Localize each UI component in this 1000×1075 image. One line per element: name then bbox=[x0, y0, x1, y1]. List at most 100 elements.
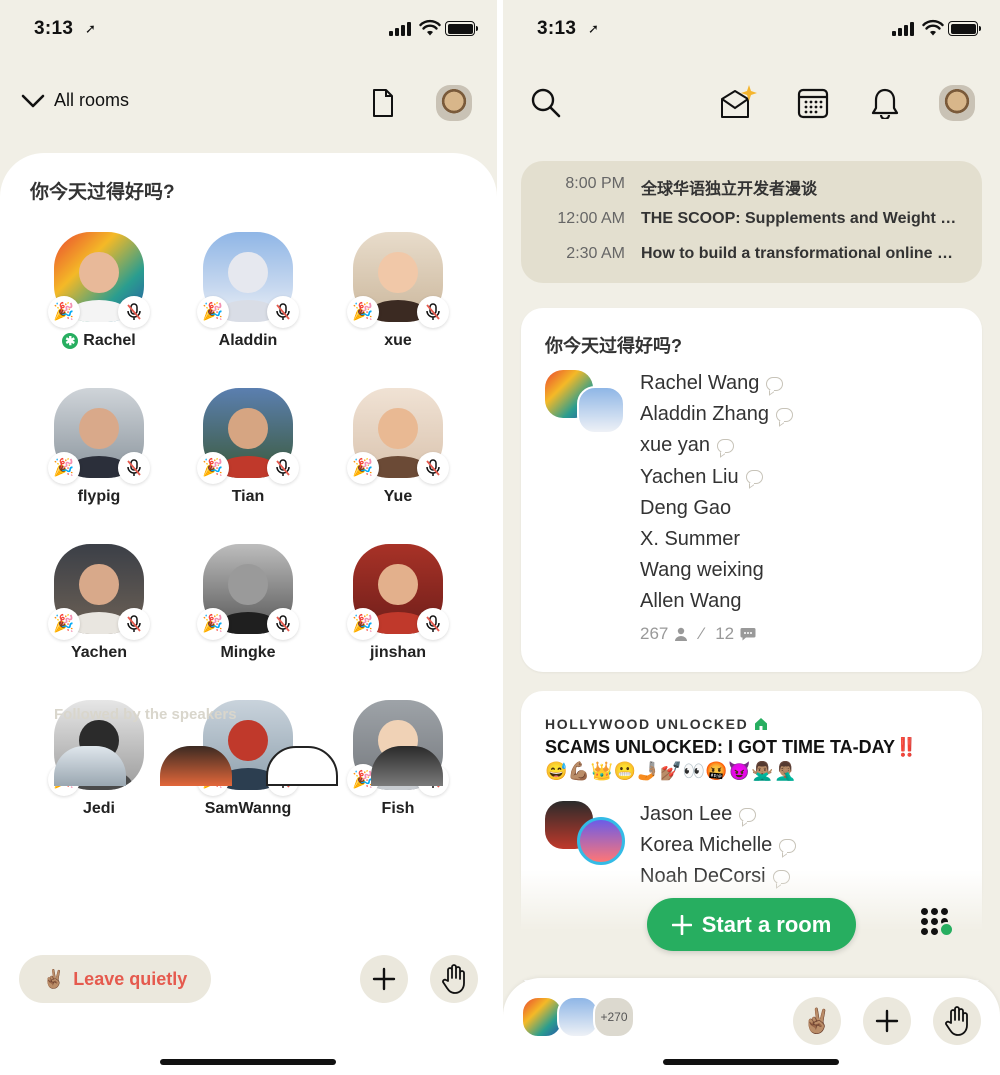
party-icon: 🎉 bbox=[197, 608, 229, 640]
mic-muted-icon bbox=[118, 296, 150, 328]
home-indicator bbox=[663, 1059, 839, 1065]
add-button[interactable] bbox=[360, 955, 408, 1003]
room-sheet: 你今天过得好吗? 🎉 ✱ Rachel 🎉 Aladdin 🎉 xue 🎉 fl… bbox=[0, 153, 497, 953]
plus-icon bbox=[875, 1009, 899, 1033]
event-title: THE SCOOP: Supplements and Weight Loss bbox=[641, 210, 962, 227]
speaker-tile[interactable]: 🎉 Tian bbox=[183, 388, 313, 506]
raise-hand-button[interactable] bbox=[430, 955, 478, 1003]
upcoming-event-row[interactable]: 2:30 AM How to build a transformational … bbox=[521, 245, 982, 269]
speech-bubble-icon bbox=[745, 470, 763, 485]
signal-icon bbox=[892, 22, 916, 36]
speaker-tile[interactable]: 🎉 xue bbox=[333, 232, 463, 350]
speaker-name: flypig bbox=[77, 488, 121, 505]
party-icon: 🎉 bbox=[48, 296, 80, 328]
party-icon: 🎉 bbox=[347, 452, 379, 484]
person-name: Rachel Wang bbox=[640, 372, 760, 395]
person-name: xue yan bbox=[640, 434, 711, 457]
online-status-dot bbox=[939, 922, 954, 937]
all-rooms-label: All rooms bbox=[54, 90, 130, 110]
raise-hand-icon bbox=[442, 964, 465, 994]
club-label: HOLLYWOOD UNLOCKED bbox=[545, 716, 749, 732]
online-friends-grid-icon[interactable] bbox=[921, 908, 961, 942]
speaker-name: Yue bbox=[383, 488, 413, 505]
speaker-name: Aladdin bbox=[218, 332, 278, 349]
mic-muted-icon bbox=[118, 452, 150, 484]
invite-envelope-icon[interactable] bbox=[719, 84, 759, 120]
start-room-button[interactable]: Start a room bbox=[647, 898, 856, 951]
upcoming-event-row[interactable]: 8:00 PM 全球华语独立开发者漫谈 bbox=[521, 175, 982, 199]
status-bar: 3:13 ➚ bbox=[537, 18, 981, 42]
speaker-tile[interactable]: 🎉 Mingke bbox=[183, 544, 313, 662]
chevron-down-icon bbox=[21, 94, 45, 107]
add-button[interactable] bbox=[863, 997, 911, 1045]
speaker-item: Rachel Wang bbox=[640, 368, 793, 399]
stats-separator: ⁄ bbox=[700, 624, 704, 643]
profile-avatar[interactable] bbox=[939, 85, 975, 121]
party-icon: 🎉 bbox=[48, 452, 80, 484]
status-time: 3:13 bbox=[537, 18, 577, 39]
leave-quietly-label: Leave quietly bbox=[73, 968, 188, 989]
battery-icon bbox=[445, 21, 478, 36]
speaker-count: 12 bbox=[715, 624, 735, 643]
more-participants-count: +270 bbox=[593, 996, 635, 1038]
location-arrow-icon: ➚ bbox=[588, 21, 599, 36]
person-name: Aladdin Zhang bbox=[640, 403, 769, 426]
document-icon[interactable] bbox=[368, 86, 398, 120]
person-name: Korea Michelle bbox=[640, 834, 773, 857]
speaker-name: Mingke bbox=[220, 644, 276, 661]
wave-button[interactable]: ✌🏽 bbox=[793, 997, 841, 1045]
room-title: 你今天过得好吗? bbox=[30, 182, 175, 203]
follower-avatar[interactable] bbox=[371, 746, 443, 786]
speaker-avatar bbox=[577, 817, 625, 865]
speaker-name: Tian bbox=[231, 488, 265, 505]
listener-item: Deng Gao bbox=[640, 493, 793, 524]
raise-hand-button[interactable] bbox=[933, 997, 981, 1045]
speech-bubble-icon bbox=[766, 376, 784, 391]
listener-item: X. Summer bbox=[640, 524, 793, 555]
speaker-item: xue yan bbox=[640, 430, 793, 461]
speaker-tile[interactable]: 🎉 jinshan bbox=[333, 544, 463, 662]
room-people-list: Rachel Wang Aladdin Zhang xue yan Yachen… bbox=[640, 368, 793, 618]
search-icon[interactable] bbox=[529, 86, 563, 120]
event-time: 12:00 AM bbox=[557, 210, 625, 227]
follower-avatar[interactable] bbox=[54, 746, 126, 786]
peace-hand-icon: ✌🏽 bbox=[42, 968, 66, 989]
upcoming-events-panel[interactable]: 8:00 PM 全球华语独立开发者漫谈 12:00 AM THE SCOOP: … bbox=[521, 161, 982, 283]
event-title: 全球华语独立开发者漫谈 bbox=[641, 181, 818, 198]
all-rooms-button[interactable]: All rooms bbox=[20, 90, 129, 111]
party-icon: 🎉 bbox=[197, 296, 229, 328]
speaker-tile[interactable]: 🎉 Yue bbox=[333, 388, 463, 506]
speech-bubble-icon bbox=[775, 407, 793, 422]
start-room-label: Start a room bbox=[701, 911, 832, 937]
follower-avatar[interactable] bbox=[266, 746, 338, 786]
room-card[interactable]: 你今天过得好吗? Rachel Wang Aladdin Zhang xue y… bbox=[521, 308, 982, 672]
location-arrow-icon: ➚ bbox=[85, 21, 96, 36]
upcoming-event-row[interactable]: 12:00 AM THE SCOOP: Supplements and Weig… bbox=[521, 210, 982, 234]
speaker-item: Yachen Liu bbox=[640, 462, 793, 493]
speaker-item: Aladdin Zhang bbox=[640, 399, 793, 430]
club-name: HOLLYWOOD UNLOCKED bbox=[545, 716, 768, 732]
follower-avatar[interactable] bbox=[160, 746, 232, 786]
speaker-name: xue bbox=[384, 332, 412, 349]
profile-avatar[interactable] bbox=[436, 85, 472, 121]
speaker-name: Fish bbox=[381, 800, 415, 817]
speaker-tile[interactable]: 🎉 ✱ Rachel bbox=[34, 232, 164, 350]
speaker-name: Jedi bbox=[82, 800, 115, 817]
battery-icon bbox=[948, 21, 981, 36]
leave-quietly-button[interactable]: ✌🏽 Leave quietly bbox=[19, 955, 211, 1003]
calendar-icon[interactable] bbox=[796, 86, 830, 120]
speaker-name: SamWanng bbox=[204, 800, 292, 817]
speaker-item: Korea Michelle bbox=[640, 830, 797, 861]
speaker-tile[interactable]: 🎉 Yachen bbox=[34, 544, 164, 662]
speaker-tile[interactable]: 🎉 Aladdin bbox=[183, 232, 313, 350]
speaker-tile[interactable]: 🎉 flypig bbox=[34, 388, 164, 506]
chat-bubble-icon bbox=[740, 628, 756, 641]
current-room-mini-bar[interactable]: +270 ✌🏽 bbox=[503, 978, 1000, 1075]
bell-icon[interactable] bbox=[869, 86, 901, 120]
speech-bubble-icon bbox=[739, 807, 757, 822]
room-stats: 267 ⁄ 12 bbox=[640, 624, 756, 644]
room-actions-bar: ✌🏽 Leave quietly bbox=[0, 935, 497, 1075]
person-name: Wang weixing bbox=[640, 559, 764, 582]
mic-muted-icon bbox=[118, 608, 150, 640]
mic-muted-icon bbox=[267, 296, 299, 328]
